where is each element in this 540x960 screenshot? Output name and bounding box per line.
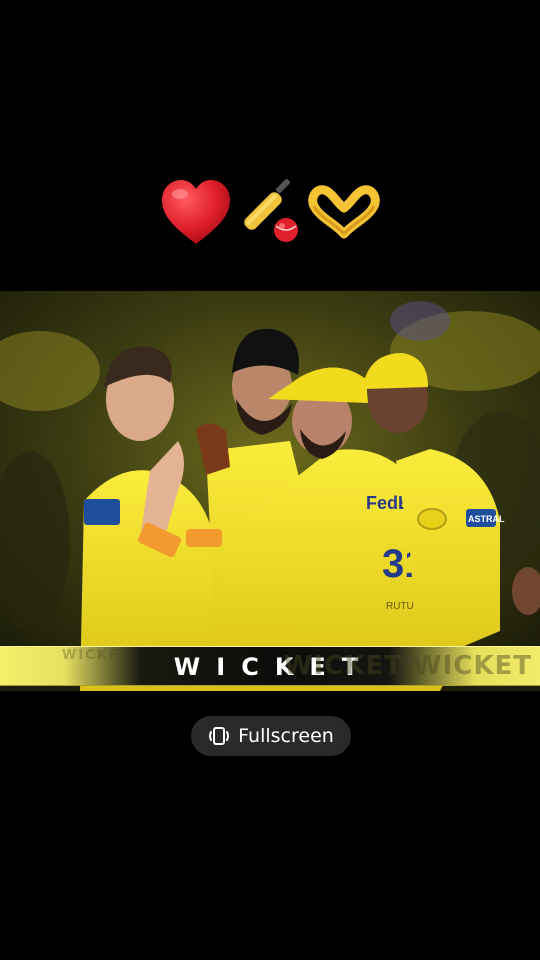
reel-screen: FedEx 31 RUTURAJ ASTRAL WICKET WICKET WI… xyxy=(0,0,540,960)
cricket-bat-and-ball-icon xyxy=(232,174,306,252)
wicket-banner: WICKET WICKET WICKET WICKET xyxy=(0,646,540,686)
red-heart-icon xyxy=(160,178,232,250)
caption-emoji-row xyxy=(0,172,540,252)
banner-ghost-text-right: WICKET WICKET xyxy=(283,651,532,681)
fullscreen-rotate-icon xyxy=(208,725,230,747)
sleeve-patch-text: ASTRAL xyxy=(468,514,505,524)
video-player[interactable]: FedEx 31 RUTURAJ ASTRAL xyxy=(0,291,540,691)
heart-hands-icon xyxy=(306,184,382,244)
fullscreen-label: Fullscreen xyxy=(238,725,334,747)
fullscreen-button[interactable]: Fullscreen xyxy=(191,716,351,756)
video-frame-image: FedEx 31 RUTURAJ ASTRAL xyxy=(0,291,540,691)
